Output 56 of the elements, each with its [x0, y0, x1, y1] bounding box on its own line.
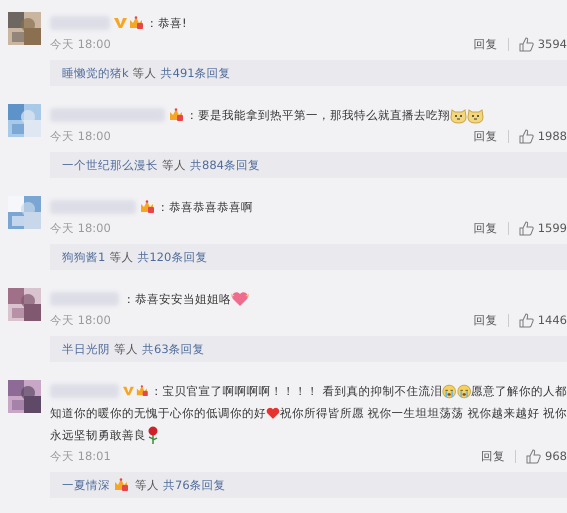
- replies-summary[interactable]: 一夏情深 等人 共76条回复: [50, 472, 567, 498]
- comment-time: 今天 18:01: [50, 448, 112, 464]
- heart-icon: [231, 291, 249, 307]
- replies-summary[interactable]: 半日光阴 等人 共63条回复: [50, 336, 567, 362]
- like-count: 968: [545, 449, 567, 463]
- thumbs-up-icon[interactable]: [518, 128, 534, 144]
- reply-user-link[interactable]: 睡懒觉的猪k: [62, 66, 129, 80]
- comment-time: 今天 18:00: [50, 128, 112, 144]
- comment-time: 今天 18:00: [50, 220, 112, 236]
- thumbs-up-icon[interactable]: [518, 312, 534, 328]
- reply-count-link[interactable]: 共491条回复: [160, 66, 231, 80]
- reply-user-link[interactable]: 狗狗酱1: [62, 250, 106, 264]
- reply-link[interactable]: 回复: [474, 130, 509, 142]
- thumbs-up-icon[interactable]: [526, 448, 542, 464]
- reply-user-link[interactable]: 半日光阴: [62, 342, 110, 356]
- comment-text: ：恭喜恭喜恭喜啊: [157, 200, 253, 214]
- replies-summary[interactable]: 狗狗酱1 等人 共120条回复: [50, 244, 567, 270]
- comment-text: 永远坚韧勇敢善良: [50, 428, 146, 442]
- comment-time: 今天 18:00: [50, 312, 112, 328]
- comment-text: 愿意了解你的人都: [471, 384, 567, 398]
- crying-face-icon: [456, 382, 472, 400]
- dog-face-icon: [450, 106, 467, 124]
- others-label: 等人: [114, 342, 138, 356]
- comment-text: ：恭喜!: [146, 16, 187, 30]
- reply-count-link[interactable]: 共120条回复: [137, 250, 208, 264]
- reply-link[interactable]: 回复: [474, 38, 509, 50]
- others-label: 等人: [109, 250, 134, 264]
- replies-summary[interactable]: 睡懒觉的猪k 等人 共491条回复: [50, 60, 567, 86]
- reply-count-link[interactable]: 共76条回复: [163, 478, 226, 492]
- rose-icon: [146, 426, 160, 444]
- reply-user-link[interactable]: 一夏情深: [62, 478, 110, 492]
- others-label: 等人: [132, 66, 157, 80]
- crying-face-icon: [442, 382, 457, 400]
- reply-count-link[interactable]: 共884条回复: [190, 158, 260, 172]
- others-label: 等人: [162, 158, 186, 172]
- comment-text: 知道你的暖你的无愧于心你的低调你的好: [50, 406, 266, 420]
- comment-text: 祝你所得皆所愿 祝你一生坦坦荡荡 祝你越来越好 祝你: [280, 406, 567, 420]
- like-count: 1446: [538, 313, 567, 327]
- dog-face-icon: [467, 106, 484, 124]
- thumbs-up-icon[interactable]: [518, 220, 534, 236]
- reply-link[interactable]: 回复: [474, 314, 509, 326]
- others-label: 等人: [135, 478, 159, 492]
- reply-count-link[interactable]: 共63条回复: [142, 342, 205, 356]
- comment-time: 今天 18:00: [50, 36, 112, 52]
- thumbs-up-icon[interactable]: [518, 36, 534, 52]
- replies-summary[interactable]: 一个世纪那么漫长 等人 共884条回复: [50, 152, 567, 178]
- like-count: 1599: [538, 221, 567, 235]
- heart-icon: [266, 406, 280, 420]
- comment-text: ：要是我能拿到热平第一，那我特么就直播去吃翔: [186, 108, 450, 122]
- comment-text: ：恭喜安安当姐姐咯: [123, 292, 231, 306]
- reply-link[interactable]: 回复: [481, 450, 516, 462]
- reply-link[interactable]: 回复: [474, 222, 509, 234]
- like-count: 3594: [538, 37, 567, 51]
- reply-user-link[interactable]: 一个世纪那么漫长: [62, 158, 158, 172]
- like-count: 1988: [538, 129, 567, 143]
- comment-text: ：宝贝官宣了啊啊啊啊！！！！ 看到真的抑制不住流泪: [150, 384, 442, 398]
